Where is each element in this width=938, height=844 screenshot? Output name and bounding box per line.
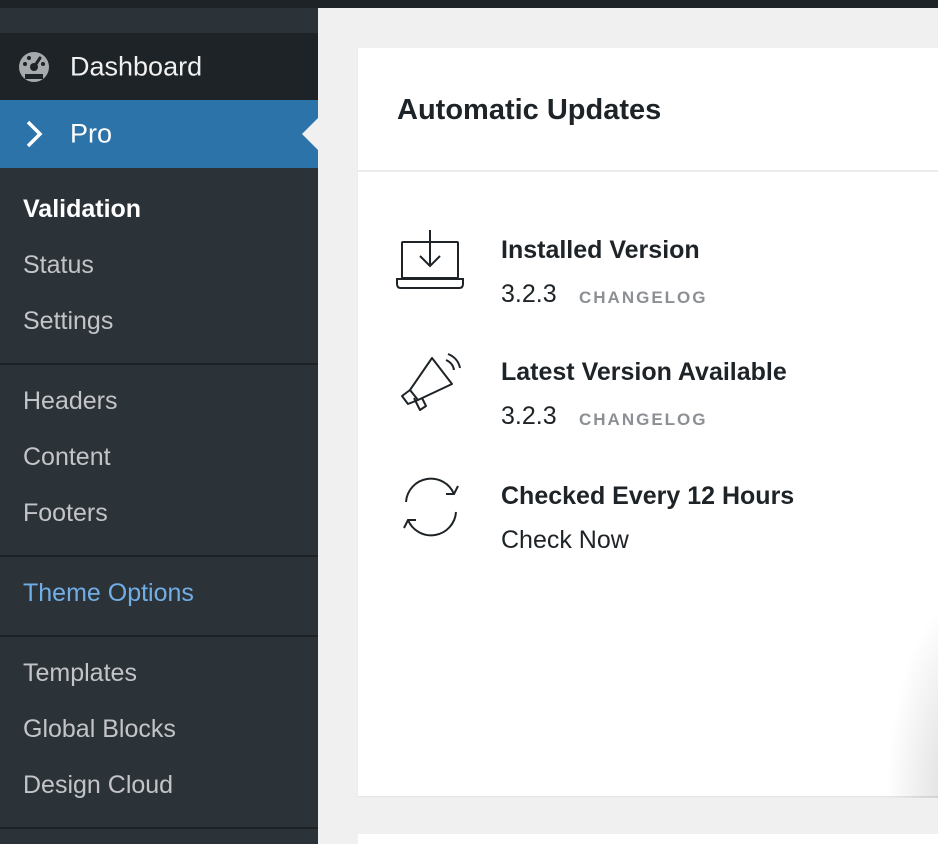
submenu-item-headers[interactable]: Headers <box>23 387 118 416</box>
next-card <box>358 834 938 844</box>
submenu-item-global-blocks[interactable]: Global Blocks <box>23 715 176 744</box>
submenu-separator <box>0 827 318 829</box>
refresh-icon <box>396 472 466 542</box>
submenu-separator <box>0 555 318 557</box>
latest-version-row: Latest Version Available 3.2.3 CHANGELOG <box>396 348 938 458</box>
submenu-item-status[interactable]: Status <box>23 251 94 280</box>
laptop-download-icon <box>396 226 466 296</box>
menu-item-dashboard[interactable]: Dashboard <box>0 33 318 100</box>
submenu-item-validation[interactable]: Validation <box>23 195 141 224</box>
check-now-link[interactable]: Check Now <box>501 526 629 555</box>
card-header: Automatic Updates <box>358 48 938 172</box>
card-title: Automatic Updates <box>397 94 662 126</box>
latest-version-title: Latest Version Available <box>501 358 787 386</box>
menu-item-pro[interactable]: Pro <box>0 100 318 168</box>
submenu-item-content[interactable]: Content <box>23 443 111 472</box>
submenu-separator <box>0 635 318 637</box>
submenu-item-design-cloud[interactable]: Design Cloud <box>23 771 173 800</box>
latest-changelog-link[interactable]: CHANGELOG <box>579 410 708 430</box>
submenu-item-footers[interactable]: Footers <box>23 499 108 528</box>
current-menu-arrow <box>302 118 318 150</box>
installed-version-title: Installed Version <box>501 236 700 264</box>
overlay-shadow <box>878 568 938 798</box>
admin-topbar <box>0 0 938 8</box>
menu-item-pro-label: Pro <box>70 118 113 149</box>
latest-version-value: 3.2.3 <box>501 402 557 430</box>
menu-item-dashboard-label: Dashboard <box>70 51 203 81</box>
installed-changelog-link[interactable]: CHANGELOG <box>579 288 708 308</box>
check-interval-row: Checked Every 12 Hours Check Now <box>396 472 938 582</box>
main-content: Automatic Updates Installed Version 3.2.… <box>318 8 938 844</box>
megaphone-icon <box>396 348 466 418</box>
installed-version-value: 3.2.3 <box>501 280 557 308</box>
dashboard-gauge-icon <box>17 50 51 84</box>
automatic-updates-card: Automatic Updates Installed Version 3.2.… <box>358 48 938 796</box>
submenu-item-theme-options[interactable]: Theme Options <box>23 579 194 608</box>
submenu-item-settings[interactable]: Settings <box>23 307 113 336</box>
submenu-item-templates[interactable]: Templates <box>23 659 137 688</box>
chevron-right-icon <box>17 117 51 151</box>
submenu-separator <box>0 363 318 365</box>
check-interval-title: Checked Every 12 Hours <box>501 482 795 510</box>
installed-version-row: Installed Version 3.2.3 CHANGELOG <box>396 226 938 336</box>
admin-sidebar: Dashboard Pro Validation Status Settings… <box>0 0 318 844</box>
